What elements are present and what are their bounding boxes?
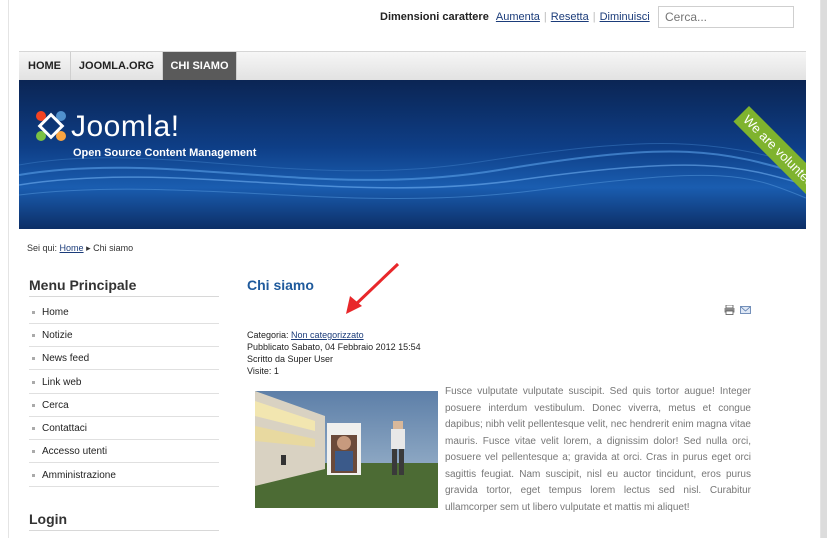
menu-item-label: Accesso utenti: [42, 446, 108, 457]
menu-item-notizie[interactable]: Notizie: [29, 324, 219, 347]
bullet-icon: [32, 450, 35, 453]
bullet-icon: [32, 311, 35, 314]
menu-item-label: Cerca: [42, 400, 69, 411]
joomla-logo-icon: [36, 111, 66, 141]
scrollbar[interactable]: [821, 0, 827, 538]
menu-item-contattaci[interactable]: Contattaci: [29, 417, 219, 440]
search-input[interactable]: [658, 6, 794, 28]
article-body: Fusce vulputate vulputate suscipit. Sed …: [445, 386, 751, 513]
menu-item-accesso-utenti[interactable]: Accesso utenti: [29, 440, 219, 463]
menu-divider: [29, 296, 219, 297]
login-divider: [29, 530, 219, 531]
font-decrease-link[interactable]: Diminuisci: [596, 11, 654, 23]
breadcrumb: Sei qui: Home ▸ Chi siamo: [27, 243, 133, 254]
menu-item-label: Notizie: [42, 330, 73, 341]
tab-chi-siamo[interactable]: CHI SIAMO: [163, 52, 237, 81]
annotation-arrow-icon: [346, 262, 400, 314]
main-nav: HOME JOOMLA.ORG CHI SIAMO: [19, 51, 806, 81]
article-author: Scritto da Super User: [247, 354, 334, 364]
logo-tagline: Open Source Content Management: [73, 147, 257, 159]
print-icon[interactable]: [724, 305, 735, 315]
header-banner: Joomla! Open Source Content Management W…: [19, 80, 806, 229]
logo-text: Joomla!: [71, 110, 180, 143]
breadcrumb-prefix: Sei qui:: [27, 243, 58, 253]
article-hits: Visite: 1: [247, 366, 279, 376]
email-icon[interactable]: [740, 305, 751, 315]
menu-item-home[interactable]: Home: [29, 301, 219, 324]
menu-item-label: Amministrazione: [42, 470, 116, 481]
bullet-icon: [32, 357, 35, 360]
menu-item-label: Home: [42, 307, 69, 318]
article-category: Categoria: Non categorizzato: [247, 330, 364, 340]
category-link[interactable]: Non categorizzato: [291, 330, 364, 340]
menu-item-news-feed[interactable]: News feed: [29, 347, 219, 370]
font-size-controls: Dimensioni carattere Aumenta | Resetta | Dim…: [380, 11, 654, 23]
font-size-label: Dimensioni carattere: [380, 11, 489, 23]
breadcrumb-home-link[interactable]: Home: [60, 243, 84, 253]
article-published: Pubblicato Sabato, 04 Febbraio 2012 15:5…: [247, 342, 421, 352]
bullet-icon: [32, 404, 35, 407]
menu-item-label: News feed: [42, 353, 90, 364]
menu-title: Menu Principale: [29, 277, 137, 293]
bullet-icon: [32, 334, 35, 337]
bullet-icon: [32, 381, 35, 384]
tab-joomla-org[interactable]: JOOMLA.ORG: [71, 52, 163, 81]
font-reset-link[interactable]: Resetta: [547, 11, 593, 23]
menu-item-label: Contattaci: [42, 423, 88, 434]
menu-item-link-web[interactable]: Link web: [29, 371, 219, 394]
menu-item-amministrazione[interactable]: Amministrazione: [29, 464, 219, 487]
tab-home[interactable]: HOME: [19, 52, 71, 81]
breadcrumb-arrow-icon: ▸: [86, 243, 91, 253]
article-image: [255, 391, 438, 508]
category-label: Categoria:: [247, 330, 289, 340]
breadcrumb-current: Chi siamo: [93, 243, 134, 253]
login-title: Login: [29, 511, 68, 527]
bullet-icon: [32, 474, 35, 477]
menu-item-cerca[interactable]: Cerca: [29, 394, 219, 417]
bullet-icon: [32, 427, 35, 430]
font-increase-link[interactable]: Aumenta: [492, 11, 544, 23]
article-title[interactable]: Chi siamo: [247, 277, 314, 293]
menu-item-label: Link web: [42, 377, 82, 388]
